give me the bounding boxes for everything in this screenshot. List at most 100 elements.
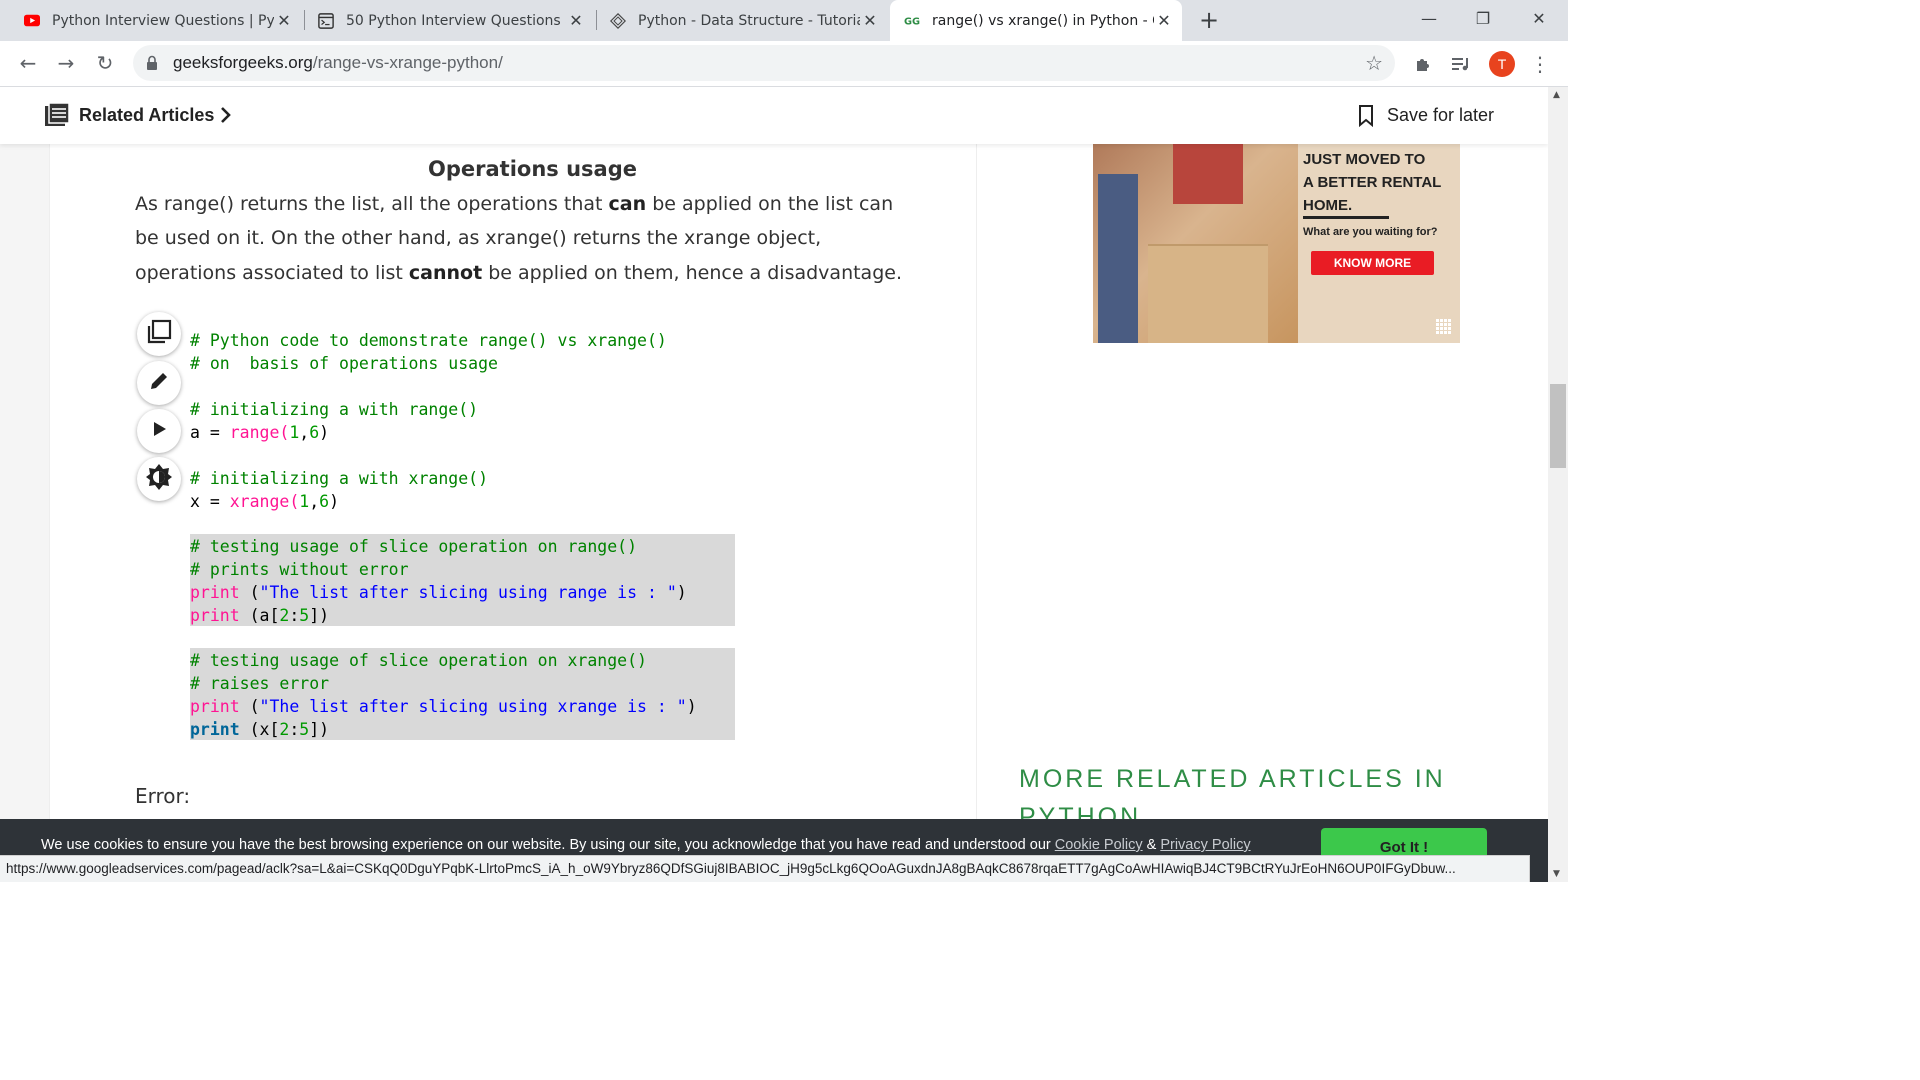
cookie-text: &: [1142, 837, 1161, 853]
scroll-down-arrow-icon[interactable]: ▼: [1553, 869, 1560, 879]
youtube-icon: [24, 13, 40, 29]
play-icon: [150, 420, 168, 442]
back-arrow-icon[interactable]: ←: [14, 49, 42, 77]
url-path: /range-vs-xrange-python/: [312, 53, 503, 72]
code-line: # testing usage of slice operation on ra…: [190, 535, 637, 558]
know-more-button[interactable]: KNOW MORE: [1311, 251, 1434, 275]
articles-list-icon[interactable]: [44, 102, 70, 127]
tab-strip: Python Interview Questions | Pyth ✕ 50 P…: [0, 0, 1568, 41]
copy-icon: [146, 319, 172, 349]
code-comment: # initializing a with range(): [190, 400, 479, 419]
privacy-policy-link[interactable]: Privacy Policy: [1160, 837, 1250, 853]
url-text: geeksforgeeks.org/range-vs-xrange-python…: [173, 53, 503, 73]
close-icon[interactable]: ✕: [274, 11, 294, 31]
code-line: print ("The list after slicing using xra…: [190, 695, 697, 718]
code-text: ): [329, 492, 340, 511]
tab-50-python-questions[interactable]: 50 Python Interview Questions an ✕: [304, 0, 594, 41]
text-span: be applied on them, hence a disadvantage…: [482, 262, 902, 284]
window-close-icon[interactable]: ✕: [1512, 0, 1566, 36]
code-comment: # prints without error: [190, 560, 409, 579]
tab-range-vs-xrange[interactable]: GG range() vs xrange() in Python - Ge ✕: [890, 0, 1182, 41]
paragraph-line: be used on it. On the other hand, as xra…: [135, 227, 822, 249]
minimize-icon[interactable]: —: [1402, 0, 1456, 36]
error-label: Error:: [135, 784, 191, 808]
code-keyword: range: [229, 423, 280, 442]
code-text: x =: [190, 492, 230, 511]
paragraph-line: operations associated to list cannot be …: [135, 256, 915, 290]
tutorialspoint-icon: [610, 12, 626, 29]
ad-divider: [1303, 216, 1389, 219]
copy-code-button[interactable]: [137, 312, 181, 356]
profile-avatar[interactable]: T: [1489, 51, 1515, 77]
code-string: "The list after slicing using range is :…: [259, 583, 677, 602]
code-number: 5: [299, 606, 310, 625]
brightness-icon: [145, 463, 173, 495]
code-line: # initializing a with range(): [190, 398, 478, 421]
save-for-later-button[interactable]: Save for later: [1387, 105, 1494, 126]
svg-text:GG: GG: [904, 16, 920, 26]
code-comment: # on basis of operations usage: [190, 354, 498, 373]
page-scrollbar[interactable]: ▲ ▼: [1548, 87, 1568, 882]
code-number: 2: [279, 606, 290, 625]
code-text: ,: [299, 423, 310, 442]
code-text: (: [289, 492, 300, 511]
page-content: Related Articles Save for later Operatio…: [0, 87, 1548, 882]
tab-python-data-structure[interactable]: Python - Data Structure - Tutoria ✕: [596, 0, 888, 41]
scrollbar-thumb[interactable]: [1550, 384, 1566, 468]
scroll-up-arrow-icon[interactable]: ▲: [1553, 90, 1560, 100]
edit-code-button[interactable]: [137, 361, 181, 405]
close-icon[interactable]: ✕: [566, 11, 586, 31]
code-line: # raises error: [190, 672, 329, 695]
reload-icon[interactable]: ↻: [91, 49, 119, 77]
advertisement-banner[interactable]: JUST MOVED TO A BETTER RENTAL HOME. What…: [1093, 144, 1460, 343]
code-text: :: [289, 606, 300, 625]
code-number: 6: [309, 423, 320, 442]
code-comment: # initializing a with xrange(): [190, 469, 489, 488]
code-number: 5: [299, 720, 310, 739]
code-line: # initializing a with xrange(): [190, 467, 488, 490]
run-code-button[interactable]: [137, 409, 181, 453]
code-text: a =: [190, 423, 230, 442]
theme-toggle-button[interactable]: [137, 457, 181, 501]
status-bar-url: https://www.googleadservices.com/pagead/…: [0, 855, 1530, 882]
cookie-policy-link[interactable]: Cookie Policy: [1055, 837, 1143, 853]
close-icon[interactable]: ✕: [1154, 11, 1174, 31]
chevron-right-icon[interactable]: [220, 105, 232, 129]
code-comment: # Python code to demonstrate range() vs …: [190, 331, 667, 350]
code-line: a = range(1,6): [190, 421, 329, 444]
bookmark-icon[interactable]: [1358, 105, 1374, 128]
ad-headline-line: HOME.: [1303, 197, 1353, 214]
gfg-icon: GG: [904, 13, 920, 29]
ad-photo-person: [1098, 174, 1138, 343]
ad-photo: [1093, 144, 1298, 343]
tab-title: Python - Data Structure - Tutoria: [638, 12, 860, 29]
address-bar[interactable]: geeksforgeeks.org/range-vs-xrange-python…: [133, 45, 1395, 81]
code-keyword: print: [190, 720, 240, 739]
browser-toolbar: ← → ↻ geeksforgeeks.org/range-vs-xrange-…: [0, 41, 1568, 87]
code-text: ): [319, 423, 330, 442]
related-articles-label[interactable]: Related Articles: [79, 105, 214, 126]
code-text: ,: [309, 492, 320, 511]
code-keyword: print: [190, 606, 240, 625]
new-tab-button[interactable]: +: [1196, 8, 1222, 34]
restore-icon[interactable]: ❐: [1456, 0, 1510, 36]
cookie-text: We use cookies to ensure you have the be…: [41, 837, 1055, 853]
bookmark-star-icon[interactable]: ☆: [1365, 51, 1383, 75]
forward-arrow-icon[interactable]: →: [52, 49, 80, 77]
code-number: 1: [299, 492, 310, 511]
ad-headline-line: A BETTER RENTAL: [1303, 174, 1442, 191]
close-icon[interactable]: ✕: [860, 11, 880, 31]
lock-icon: [145, 55, 161, 71]
code-comment: # testing usage of slice operation on ra…: [190, 537, 638, 556]
more-menu-icon[interactable]: ⋮: [1529, 52, 1551, 76]
extensions-puzzle-icon[interactable]: [1412, 53, 1434, 75]
tab-python-interview-youtube[interactable]: Python Interview Questions | Pyth ✕: [10, 0, 302, 41]
code-number: 2: [279, 720, 290, 739]
code-text: ): [686, 697, 697, 716]
text-span: operations associated to list: [135, 262, 409, 284]
media-queue-icon[interactable]: [1450, 53, 1472, 75]
code-string: "The list after slicing using xrange is …: [259, 697, 687, 716]
ad-grid-icon[interactable]: [1436, 319, 1452, 335]
code-number: 6: [319, 492, 330, 511]
tab-title: range() vs xrange() in Python - Ge: [932, 12, 1154, 29]
